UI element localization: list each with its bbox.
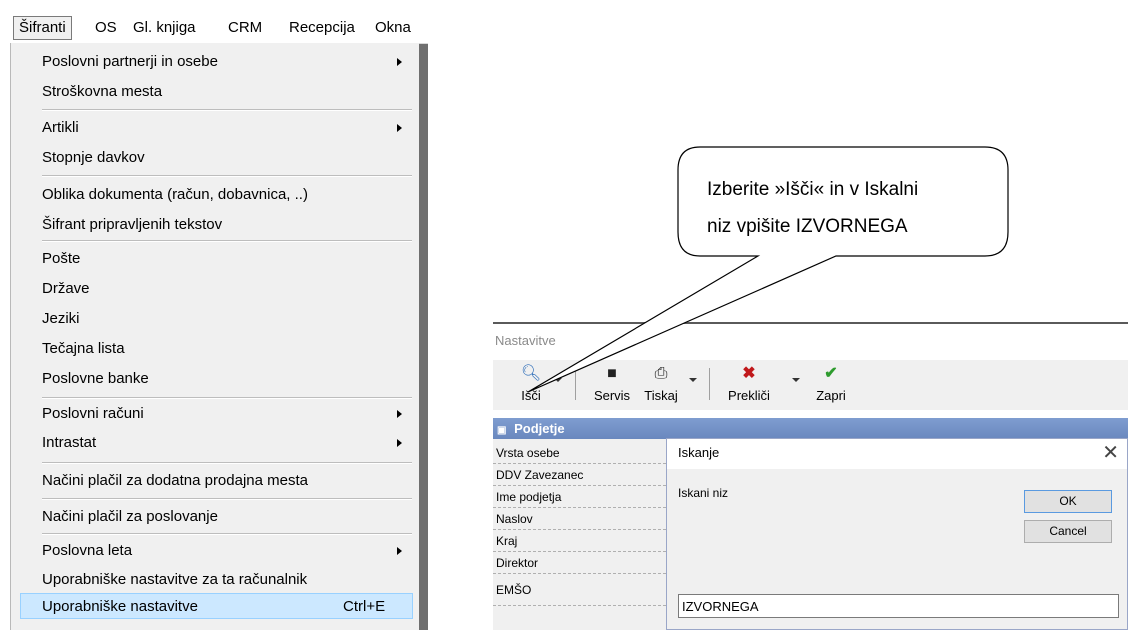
grid-row-label[interactable]: Naslov xyxy=(493,508,666,530)
submenu-arrow-icon xyxy=(397,439,402,447)
menu-separator xyxy=(42,240,412,242)
grid-row-label[interactable]: Kraj xyxy=(493,530,666,552)
preklici-dropdown-icon[interactable] xyxy=(792,378,800,382)
menu-item-intrastat[interactable]: Intrastat xyxy=(42,433,96,453)
window-title: Nastavitve xyxy=(495,333,556,348)
grid-row-label[interactable]: Direktor xyxy=(493,552,666,574)
search-label: Iskani niz xyxy=(678,486,729,500)
menu-item-sifrant-tekstov[interactable]: Šifrant pripravljenih tekstov xyxy=(42,215,222,235)
grid-row-label[interactable]: EMŠO xyxy=(493,574,666,606)
checkmark-icon: ✔ xyxy=(824,365,838,382)
grid-row-label[interactable]: DDV Zavezanec xyxy=(493,464,666,486)
menu-item-nacini-placil-poslovanje[interactable]: Načini plačil za poslovanje xyxy=(42,507,218,527)
menubar: Šifranti OS Gl. knjiga CRM Recepcija Okn… xyxy=(10,13,428,44)
menu-item-drzave[interactable]: Države xyxy=(42,279,90,299)
menu-item-nacini-placil-dodatna[interactable]: Načini plačil za dodatna prodajna mesta xyxy=(42,471,308,491)
section-header[interactable]: ▣ Podjetje xyxy=(493,418,1128,439)
grid-row-label[interactable]: Vrsta osebe xyxy=(493,442,666,464)
menu-separator xyxy=(42,109,412,111)
menu-item-poslovni-racuni[interactable]: Poslovni računi xyxy=(42,404,144,424)
menu-okna[interactable]: Okna xyxy=(370,17,416,39)
menu-item-nastavitve-racunalnik[interactable]: Uporabniške nastavitve za ta računalnik xyxy=(42,570,307,590)
ok-button[interactable]: OK xyxy=(1024,490,1112,513)
menu-separator xyxy=(42,462,412,464)
search-icon: 🔍︎ xyxy=(520,365,542,382)
menu-item-stopnje-davkov[interactable]: Stopnje davkov xyxy=(42,148,145,168)
submenu-arrow-icon xyxy=(397,547,402,555)
truck-icon: ■ xyxy=(607,365,617,382)
isci-dropdown-icon[interactable] xyxy=(554,378,562,382)
dialog-titlebar: Iskanje ✕ xyxy=(667,439,1127,469)
menu-separator xyxy=(42,533,412,535)
cancel-x-icon: ✖ xyxy=(742,365,756,382)
grid-row-label[interactable]: Ime podjetja xyxy=(493,486,666,508)
toolbar: 🔍︎ Išči ■ Servis ⎙ Tiskaj ✖ Prekliči ✔ Z… xyxy=(493,360,1128,410)
submenu-arrow-icon xyxy=(397,124,402,132)
section-header-label: Podjetje xyxy=(514,421,565,436)
preklici-button[interactable]: ✖ Prekliči xyxy=(721,360,777,408)
callout-text: Izberite »Išči« in v Iskalni niz vpišite… xyxy=(707,171,1007,245)
shortcut-label: Ctrl+E xyxy=(343,598,386,615)
callout-line-2: niz vpišite IZVORNEGA xyxy=(707,216,908,237)
menu-os[interactable]: OS xyxy=(90,17,122,39)
close-icon[interactable]: ✕ xyxy=(1102,441,1119,465)
menu-item-jeziki[interactable]: Jeziki xyxy=(42,309,80,329)
menu-sifranti[interactable]: Šifranti xyxy=(13,16,72,40)
menu-item-poste[interactable]: Pošte xyxy=(42,249,80,269)
tiskaj-dropdown-icon[interactable] xyxy=(689,378,697,382)
cancel-button[interactable]: Cancel xyxy=(1024,520,1112,543)
dialog-title: Iskanje xyxy=(678,445,720,460)
isci-button[interactable]: 🔍︎ Išči xyxy=(514,360,548,408)
search-input[interactable] xyxy=(678,594,1119,618)
menu-item-uporabniske-nastavitve[interactable]: Uporabniške nastavitve xyxy=(42,597,198,617)
menu-recepcija[interactable]: Recepcija xyxy=(284,17,360,39)
submenu-arrow-icon xyxy=(397,58,402,66)
menu-item-poslovni-partnerji[interactable]: Poslovni partnerji in osebe xyxy=(42,52,218,72)
servis-button[interactable]: ■ Servis xyxy=(589,360,635,408)
toolbar-separator xyxy=(709,368,710,400)
menu-separator xyxy=(42,498,412,500)
menu-item-oblika-dokumenta[interactable]: Oblika dokumenta (račun, dobavnica, ..) xyxy=(42,185,308,205)
menu-shadow xyxy=(418,44,428,630)
menu-item-stroskovna-mesta[interactable]: Stroškovna mesta xyxy=(42,82,162,102)
search-dialog: Iskanje ✕ Iskani niz OK Cancel xyxy=(666,438,1128,630)
submenu-arrow-icon xyxy=(397,410,402,418)
menu-item-artikli[interactable]: Artikli xyxy=(42,118,79,138)
printer-icon: ⎙ xyxy=(654,365,668,382)
menu-item-tecajna-lista[interactable]: Tečajna lista xyxy=(42,339,125,359)
collapse-icon[interactable]: ▣ xyxy=(493,425,506,436)
menu-item-poslovne-banke[interactable]: Poslovne banke xyxy=(42,369,149,389)
menu-crm[interactable]: CRM xyxy=(223,17,267,39)
menu-gl-knjiga[interactable]: Gl. knjiga xyxy=(128,17,201,39)
property-grid: Vrsta osebe DDV Zavezanec Ime podjetja N… xyxy=(493,439,667,630)
toolbar-separator xyxy=(575,368,576,400)
window-border xyxy=(493,322,1128,324)
zapri-button[interactable]: ✔ Zapri xyxy=(811,360,851,408)
menu-separator xyxy=(42,397,412,399)
callout-line-1: Izberite »Išči« in v Iskalni xyxy=(707,179,919,200)
menu-separator xyxy=(42,175,412,177)
menu-item-poslovna-leta[interactable]: Poslovna leta xyxy=(42,541,132,561)
tiskaj-button[interactable]: ⎙ Tiskaj xyxy=(640,360,682,408)
